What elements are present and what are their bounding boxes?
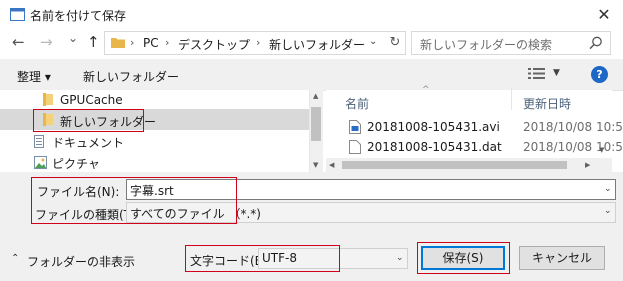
tree-item-documents[interactable]: ドキュメント xyxy=(52,134,124,151)
refresh-button[interactable]: ↻ xyxy=(385,33,405,53)
filename-input[interactable] xyxy=(126,179,616,200)
column-header-name[interactable]: 名前 xyxy=(345,95,369,112)
up-button[interactable]: ↑ xyxy=(87,33,100,51)
breadcrumb-pc[interactable]: PC xyxy=(143,36,159,50)
tree-item-gpucache[interactable]: GPUCache xyxy=(60,93,123,107)
forward-button[interactable]: → xyxy=(40,33,53,51)
folder-icon xyxy=(111,38,125,48)
new-folder-button[interactable]: 新しいフォルダー xyxy=(83,68,179,85)
breadcrumb-separator: › xyxy=(165,36,170,49)
scroll-up-arrow-icon[interactable]: ▲ xyxy=(313,92,318,100)
horizontal-scrollbar-thumb[interactable] xyxy=(342,161,567,169)
search-placeholder[interactable]: 新しいフォルダーの検索 xyxy=(420,36,552,53)
back-button[interactable]: ← xyxy=(12,33,25,51)
encoding-value[interactable]: UTF-8 xyxy=(262,251,297,265)
navigation-scrollbar-thumb[interactable] xyxy=(311,107,321,141)
sort-up-icon: ^ xyxy=(422,85,430,95)
encoding-dropdown-icon[interactable]: ⌄ xyxy=(396,253,404,263)
folder-icon xyxy=(43,93,53,106)
video-file-icon xyxy=(349,120,361,134)
cancel-button[interactable]: キャンセル xyxy=(519,246,605,270)
view-dropdown-icon[interactable]: ▼ xyxy=(553,68,560,78)
view-options-icon[interactable] xyxy=(528,67,545,80)
help-icon[interactable]: ? xyxy=(591,66,608,83)
file-date: 2018/10/08 10:5 xyxy=(523,120,623,134)
tree-item-new-folder[interactable]: 新しいフォルダー xyxy=(60,113,156,130)
hide-folders-button[interactable]: フォルダーの非表示 xyxy=(27,253,135,270)
column-divider[interactable] xyxy=(511,88,512,110)
search-icon xyxy=(589,36,602,50)
scroll-down-arrow-icon[interactable]: ▼ xyxy=(599,146,604,154)
file-name[interactable]: 20181008-105431.avi xyxy=(367,120,500,134)
pictures-icon xyxy=(34,156,47,169)
filename-value[interactable]: 字幕.srt xyxy=(130,182,174,199)
chevron-up-icon[interactable]: ⌃ xyxy=(11,253,19,264)
documents-icon xyxy=(34,135,44,148)
column-header-date[interactable]: 更新日時 xyxy=(523,95,571,112)
folder-icon xyxy=(43,113,53,126)
file-name[interactable]: 20181008-105431.dat xyxy=(367,140,502,154)
file-date: 2018/10/08 10:5 xyxy=(523,140,623,154)
breadcrumb-desktop[interactable]: デスクトップ xyxy=(178,36,250,53)
save-dialog-icon xyxy=(10,8,25,21)
file-icon xyxy=(349,140,361,154)
breadcrumb-new-folder[interactable]: 新しいフォルダー xyxy=(269,36,365,53)
filetype-label: ファイルの種類(T): xyxy=(35,208,140,222)
save-button[interactable]: 保存(S) xyxy=(421,246,505,270)
filename-label: ファイル名(N): xyxy=(37,185,120,199)
filetype-dropdown-icon[interactable]: ⌄ xyxy=(604,206,612,216)
breadcrumb-separator: › xyxy=(256,36,261,49)
filetype-value[interactable]: すべてのファイル （*.*) xyxy=(130,205,261,222)
scroll-right-arrow-icon[interactable]: ▶ xyxy=(585,161,590,169)
tree-item-pictures[interactable]: ピクチャ xyxy=(52,155,100,172)
breadcrumb-separator: › xyxy=(130,36,135,49)
recent-locations-button[interactable]: ⌄ xyxy=(68,31,78,45)
window-title: 名前を付けて保存 xyxy=(30,9,127,23)
scroll-down-arrow-icon[interactable]: ▼ xyxy=(313,161,318,169)
scroll-left-arrow-icon[interactable]: ◀ xyxy=(329,161,334,169)
close-button[interactable]: ✕ xyxy=(589,4,619,26)
filename-dropdown-icon[interactable]: ⌄ xyxy=(604,184,612,194)
address-dropdown-icon[interactable]: ⌄ xyxy=(369,36,377,47)
organize-button[interactable]: 整理 ▾ xyxy=(17,68,51,85)
